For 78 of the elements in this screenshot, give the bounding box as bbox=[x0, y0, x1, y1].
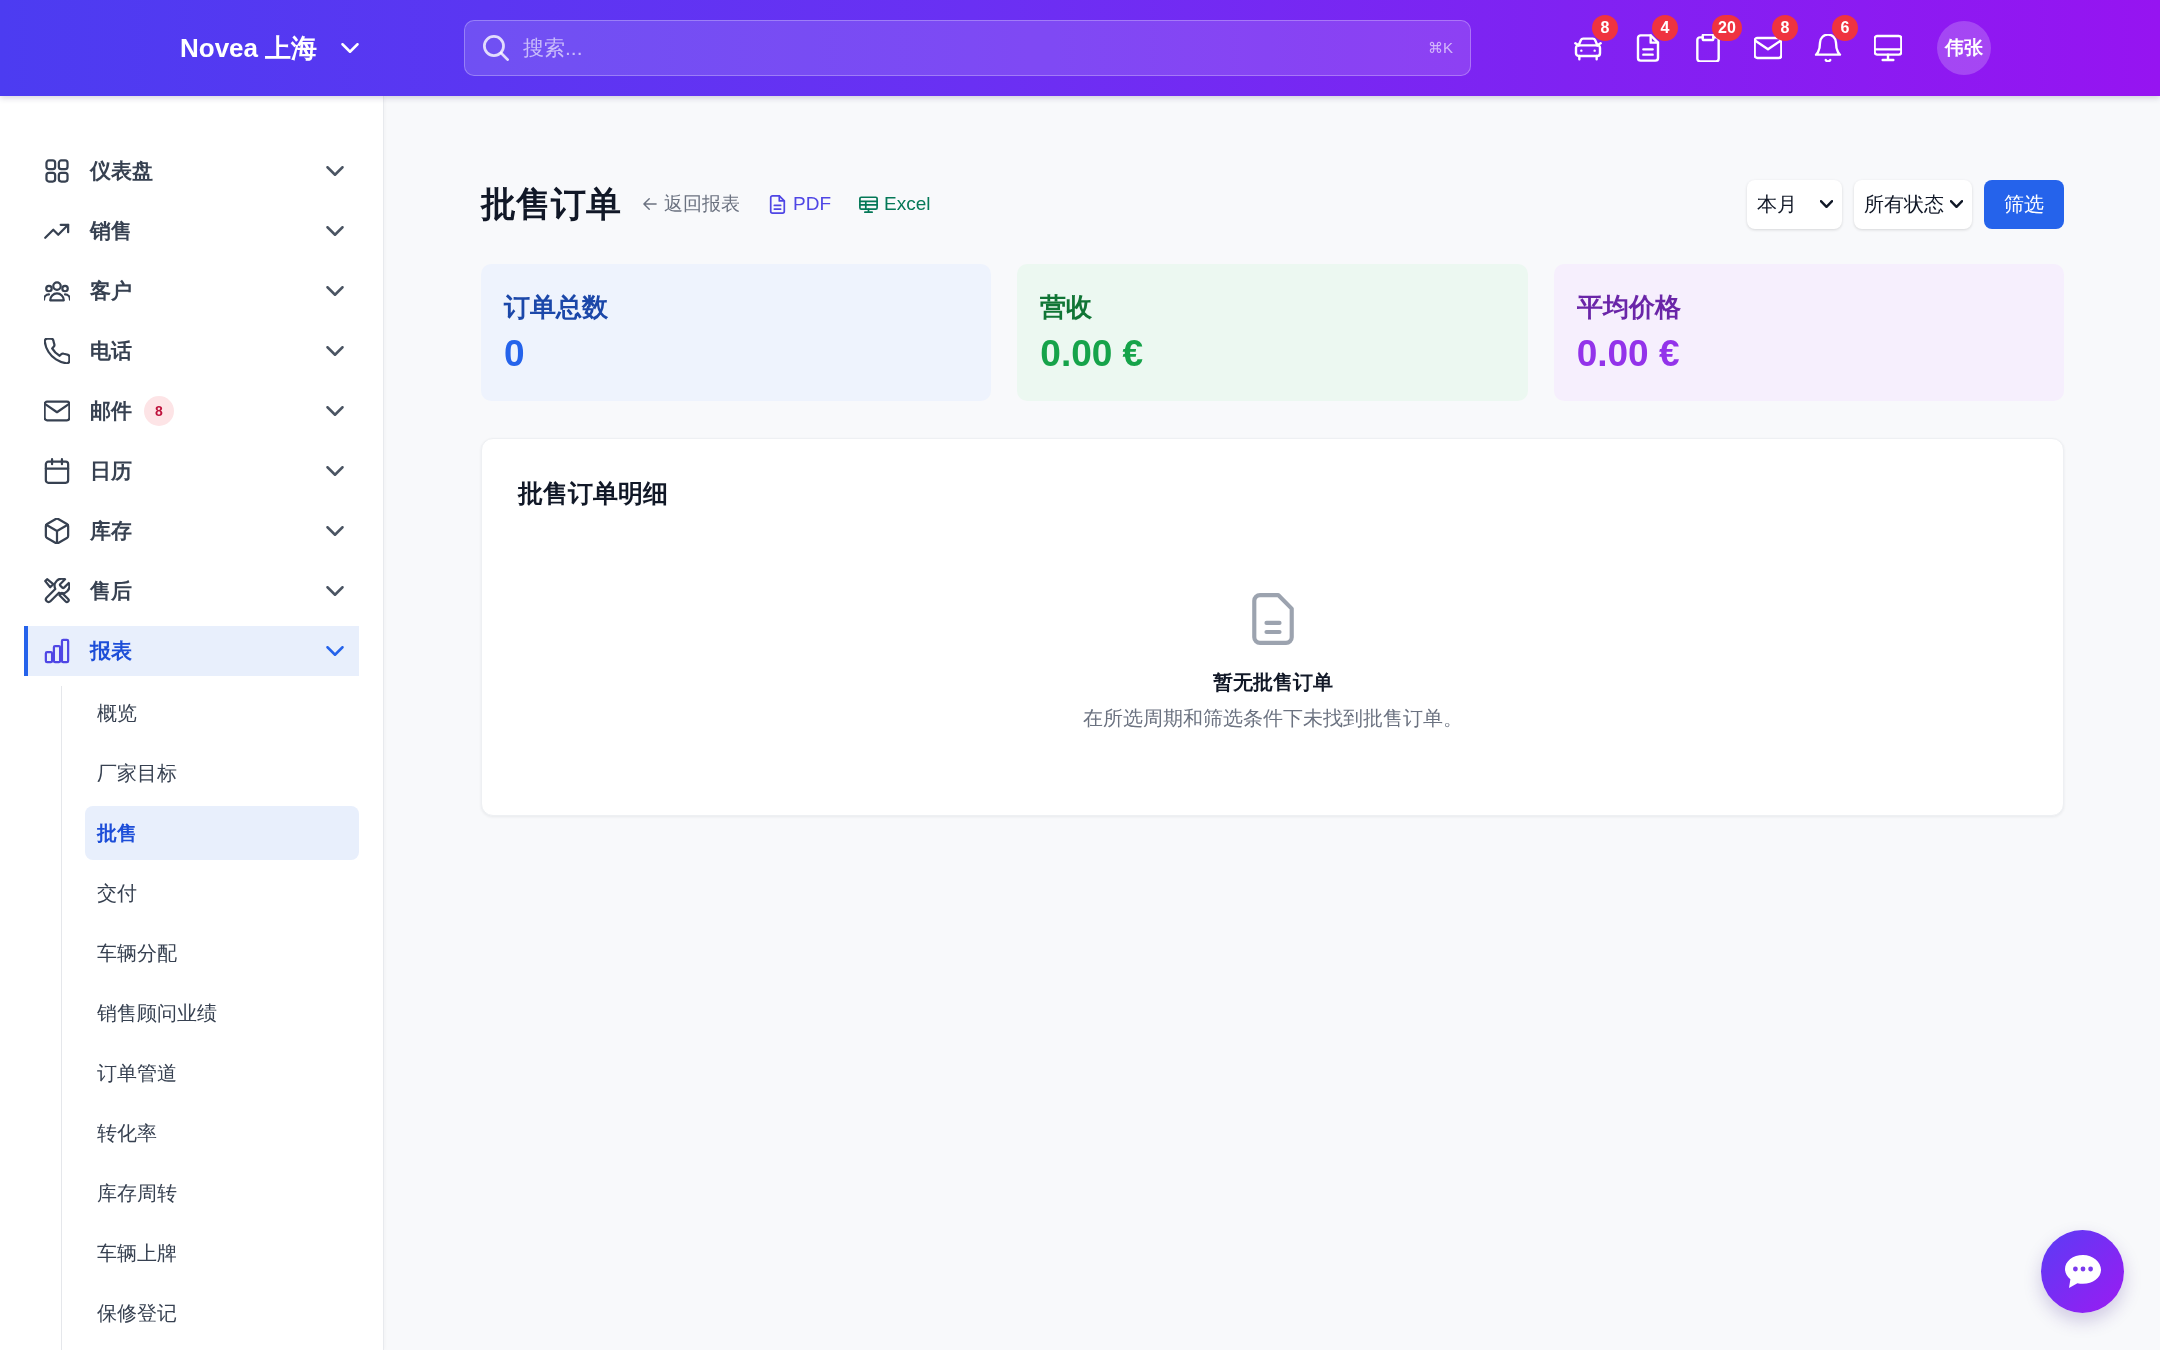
stat-value: 0.00 € bbox=[1040, 332, 1145, 376]
chevron-down-icon bbox=[326, 346, 344, 356]
nav-subitem[interactable]: 车辆上牌 bbox=[85, 1226, 359, 1280]
chevron-down-icon bbox=[326, 586, 344, 596]
chat-button[interactable] bbox=[2041, 1230, 2124, 1313]
search-icon bbox=[483, 35, 509, 61]
nav-item[interactable]: 客户 bbox=[24, 266, 359, 316]
spreadsheet-icon bbox=[859, 194, 878, 214]
nav-subitem[interactable]: 概览 bbox=[85, 686, 359, 740]
cube-icon bbox=[44, 518, 70, 544]
clipboard-icon[interactable] bbox=[1694, 34, 1722, 62]
car-icon[interactable] bbox=[1574, 34, 1602, 62]
empty-state-message: 在所选周期和筛选条件下未找到批售订单。 bbox=[1082, 706, 1463, 731]
empty-state-title: 暂无批售订单 bbox=[1212, 670, 1333, 695]
chevron-down-icon bbox=[326, 406, 344, 416]
count-badge: 6 bbox=[1832, 15, 1858, 41]
chat-bubble-icon bbox=[2064, 1255, 2101, 1288]
nav-subitem[interactable]: 保修登记 bbox=[85, 1286, 359, 1340]
users-icon bbox=[44, 278, 70, 304]
nav-subitem[interactable]: 交付 bbox=[85, 866, 359, 920]
chevron-down-icon bbox=[326, 166, 344, 176]
nav-item[interactable]: 仪表盘 bbox=[24, 146, 359, 196]
excel-link[interactable]: Excel bbox=[859, 193, 931, 215]
stat-label: 平均价格 bbox=[1576, 291, 1682, 324]
keyboard-shortcut: ⌘K bbox=[1428, 39, 1453, 57]
nav-item[interactable]: 报表 bbox=[24, 626, 359, 676]
tools-icon bbox=[44, 578, 70, 604]
chevron-down-icon bbox=[326, 466, 344, 476]
nav-item[interactable]: 电话 bbox=[24, 326, 359, 376]
nav-subitem[interactable]: 厂家目标 bbox=[85, 746, 359, 800]
nav-subitem[interactable]: 车辆分配 bbox=[85, 926, 359, 980]
nav-item[interactable]: 销售 bbox=[24, 206, 359, 256]
nav-item[interactable]: 库存 bbox=[24, 506, 359, 556]
stat-value: 0.00 € bbox=[1576, 332, 1681, 376]
count-badge: 20 bbox=[1712, 15, 1742, 41]
phone-icon bbox=[44, 338, 70, 364]
page-title: 批售订单 bbox=[481, 182, 621, 225]
brand-switcher[interactable]: Novea 上海 bbox=[180, 30, 360, 66]
nav-subitem[interactable]: 转化率 bbox=[85, 1106, 359, 1160]
caret-icon bbox=[1950, 200, 1963, 208]
nav-item[interactable]: 日历 bbox=[24, 446, 359, 496]
grid-icon bbox=[44, 158, 70, 184]
stat-label: 营收 bbox=[1040, 291, 1094, 324]
chevron-down-icon bbox=[326, 286, 344, 296]
caret-icon bbox=[341, 43, 360, 53]
dropdown-select[interactable]: 所有状态 bbox=[1854, 179, 1972, 229]
mail-icon bbox=[44, 398, 70, 424]
back-link[interactable]: 返回报表 bbox=[642, 191, 740, 217]
nav-item[interactable]: 邮件 8 bbox=[24, 386, 359, 436]
caret-icon bbox=[1820, 200, 1833, 208]
document-icon[interactable] bbox=[1634, 34, 1662, 62]
stat-label: 订单总数 bbox=[504, 291, 609, 324]
bar-chart-icon bbox=[44, 638, 70, 664]
document-icon bbox=[768, 194, 787, 214]
count-badge: 8 bbox=[1592, 15, 1618, 41]
chevron-down-icon bbox=[326, 226, 344, 236]
calendar-icon bbox=[44, 458, 70, 484]
nav-subitem[interactable]: 销售顾问业绩 bbox=[85, 986, 359, 1040]
count-badge: 8 bbox=[144, 396, 174, 426]
dropdown-select[interactable]: 本月 bbox=[1747, 179, 1842, 229]
nav-subitem[interactable]: 订单管道 bbox=[85, 1046, 359, 1100]
nav-subitem[interactable]: 库存周转 bbox=[85, 1166, 359, 1220]
chevron-down-icon bbox=[326, 526, 344, 536]
bell-icon[interactable] bbox=[1814, 34, 1842, 62]
pdf-link[interactable]: PDF bbox=[768, 193, 831, 215]
document-icon bbox=[1250, 593, 1295, 645]
chevron-down-icon bbox=[326, 646, 344, 656]
nav-subitem[interactable]: 批售 bbox=[85, 806, 359, 860]
nav-item[interactable]: 售后 bbox=[24, 566, 359, 616]
filter-button[interactable]: 筛选 bbox=[1984, 179, 2064, 229]
section-title: 批售订单明细 bbox=[518, 478, 669, 509]
mail-icon[interactable] bbox=[1754, 34, 1782, 62]
stat-value: 0 bbox=[504, 332, 526, 376]
count-badge: 4 bbox=[1652, 15, 1678, 41]
user-avatar[interactable]: 伟张 bbox=[1937, 21, 1991, 75]
arrow-left-icon bbox=[642, 196, 658, 212]
count-badge: 8 bbox=[1772, 15, 1798, 41]
monitor-icon[interactable] bbox=[1874, 34, 1902, 62]
